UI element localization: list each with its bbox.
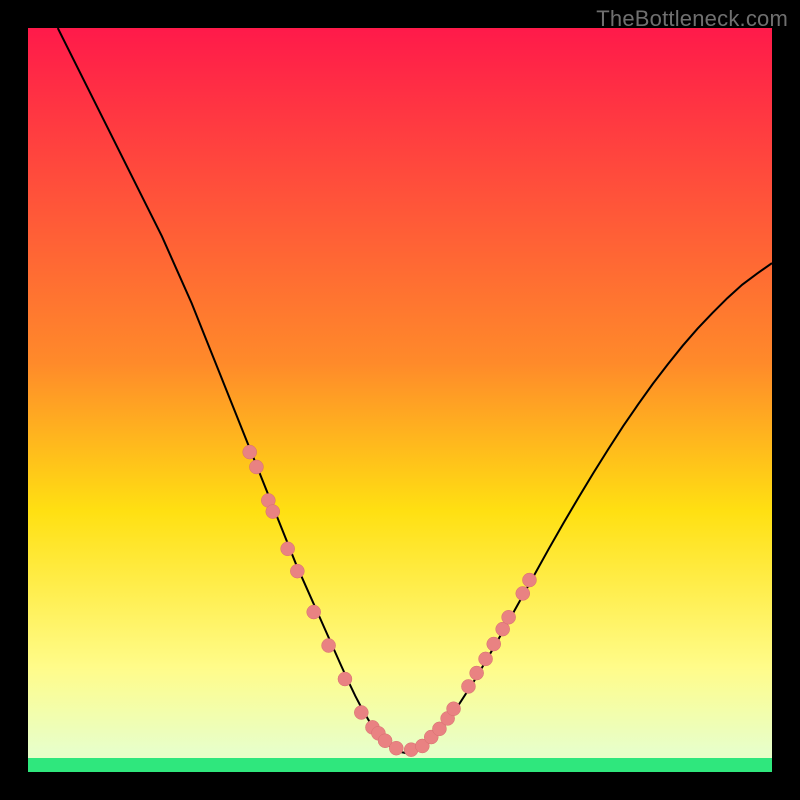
data-dot [479,652,493,666]
data-dot [290,564,304,578]
data-dot [522,573,536,587]
data-dot [249,460,263,474]
data-dot [338,672,352,686]
data-dot [281,542,295,556]
chart-frame: TheBottleneck.com [0,0,800,800]
data-dot [354,705,368,719]
data-dot [266,505,280,519]
data-dot [461,679,475,693]
plot-area [28,28,772,772]
data-dot [447,702,461,716]
data-dot [389,741,403,755]
plot-svg [28,28,772,772]
gradient-background [28,28,772,772]
data-dot [516,586,530,600]
data-dot [307,605,321,619]
credit-label: TheBottleneck.com [596,6,788,32]
green-band [28,758,772,772]
data-dot [470,666,484,680]
data-dot [487,637,501,651]
data-dot [243,445,257,459]
data-dot [502,610,516,624]
data-dot [322,639,336,653]
